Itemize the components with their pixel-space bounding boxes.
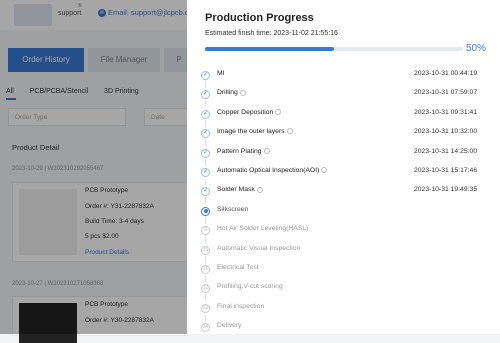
check-circle-icon: ✓ [201, 148, 210, 158]
step-name: Copper Deposition [217, 108, 282, 116]
step-label: Solder Mask [217, 186, 255, 194]
step-label: Hot Air Solder Leveling(HASL) [217, 225, 309, 233]
step-timestamp: 2023-10-31 00:44:19 [414, 70, 478, 77]
step-label: Profiling,V-cut scoring [217, 283, 283, 291]
progress-step: ✓ Drilling 2023-10-31 07:59:07 [201, 89, 491, 108]
check-circle-icon: ✓ [201, 90, 210, 100]
step-number-icon: 10 [201, 245, 210, 255]
progress-step: ✓ Copper Deposition 2023-10-31 09:31:41 [201, 109, 491, 127]
progress-step: ✓ MI 2023-10-31 00:44:19 [201, 70, 491, 88]
check-circle-icon: ✓ [201, 187, 210, 197]
check-circle-icon: ✓ [201, 129, 210, 139]
step-name: Silkscreen [217, 206, 248, 213]
progress-step: 14 Delivery [201, 322, 491, 340]
progress-step: 9 Hot Air Solder Leveling(HASL) [201, 225, 491, 244]
current-step-icon [201, 206, 210, 216]
step-label: Automatic Optical Inspection(AOI) [217, 167, 320, 174]
step-connector [205, 236, 206, 244]
drawer-title: Production Progress [205, 12, 314, 24]
step-label: Final inspection [217, 302, 265, 310]
progress-step: Silkscreen [201, 206, 491, 224]
step-label: Pattern Plating [217, 147, 262, 155]
step-name: Pattern Plating [217, 148, 270, 155]
step-timestamp: 2023-10-31 15:17:46 [414, 167, 478, 174]
info-icon[interactable] [286, 128, 293, 135]
step-name: Drilling [217, 89, 246, 96]
step-name: Final inspection [217, 303, 264, 310]
step-connector [205, 275, 206, 282]
step-name: Automatic Visual Inspection [217, 245, 300, 252]
step-name: Electrical Test [217, 264, 259, 271]
progress-step: ✓ Pattern Plating 2023-10-31 14:25:00 [201, 148, 491, 166]
info-icon[interactable] [321, 167, 328, 174]
progress-step: 11 Electrical Test [201, 264, 491, 282]
step-label: Electrical Test [217, 264, 259, 271]
progress-step: ✓ Automatic Optical Inspection(AOI) 2023-1… [201, 167, 491, 185]
step-connector [205, 178, 206, 185]
step-number-icon: 14 [201, 323, 210, 333]
step-timestamp: 2023-10-31 14:25:00 [414, 147, 478, 155]
step-label: Silkscreen [217, 205, 249, 213]
step-connector [205, 216, 206, 224]
check-circle-icon: ✓ [201, 168, 210, 177]
info-icon[interactable] [275, 109, 282, 115]
progress-step: ✓ Solder Mask 2023-10-31 19:49:35 [201, 186, 491, 205]
step-connector [205, 313, 206, 321]
step-connector [205, 197, 206, 205]
progress-step: ✓ Image the outer layers 2023-10-31 10:32:… [201, 128, 491, 147]
check-circle-icon: ✓ [201, 109, 210, 119]
info-icon[interactable] [256, 186, 263, 193]
step-number-icon: 13 [201, 303, 210, 313]
step-number-icon: 9 [201, 226, 210, 236]
step-connector [205, 158, 206, 166]
step-name: Hot Air Solder Leveling(HASL) [217, 225, 308, 232]
step-label: Drilling [217, 89, 238, 97]
progress-step: 10 Automatic Visual Inspection [201, 245, 491, 263]
step-timestamp: 2023-10-31 19:49:35 [414, 186, 478, 194]
step-connector [205, 81, 206, 88]
step-label: MI [217, 70, 225, 77]
step-name: MI [217, 70, 225, 77]
estimated-finish-time: Estimated finish time: 2023-11-02 21:55:… [205, 30, 338, 37]
step-label: Copper Deposition [217, 108, 274, 116]
step-timestamp: 2023-10-31 09:31:41 [414, 108, 478, 116]
step-connector [205, 294, 206, 302]
info-icon[interactable] [263, 147, 270, 154]
check-circle-icon: ✓ [201, 71, 210, 80]
step-connector [205, 255, 206, 263]
progress-step: 12 Profiling,V-cut scoring [201, 283, 491, 302]
step-connector [205, 100, 206, 108]
progress-bar [205, 47, 463, 51]
step-number-icon: 12 [201, 284, 210, 294]
step-label: Automatic Visual Inspection [217, 244, 301, 252]
step-connector [205, 139, 206, 147]
progress-bar-fill [205, 47, 334, 51]
progress-percent: 50% [466, 43, 487, 54]
production-progress-drawer: Production Progress Estimated finish tim… [187, 0, 500, 334]
info-icon[interactable] [239, 89, 246, 96]
step-name: Solder Mask [217, 186, 263, 193]
step-label: Delivery [217, 322, 242, 330]
step-name: Profiling,V-cut scoring [217, 283, 283, 290]
step-timestamp: 2023-10-31 07:59:07 [414, 89, 478, 97]
progress-step: 13 Final inspection [201, 303, 491, 321]
step-number-icon: 11 [201, 265, 210, 274]
step-name: Automatic Optical Inspection(AOI) [217, 167, 328, 174]
step-timestamp: 2023-10-31 10:32:00 [414, 128, 478, 136]
step-name: Delivery [217, 322, 242, 329]
step-label: Image the outer layers [217, 128, 285, 136]
step-name: Image the outer layers [217, 128, 293, 135]
step-connector [205, 119, 206, 127]
